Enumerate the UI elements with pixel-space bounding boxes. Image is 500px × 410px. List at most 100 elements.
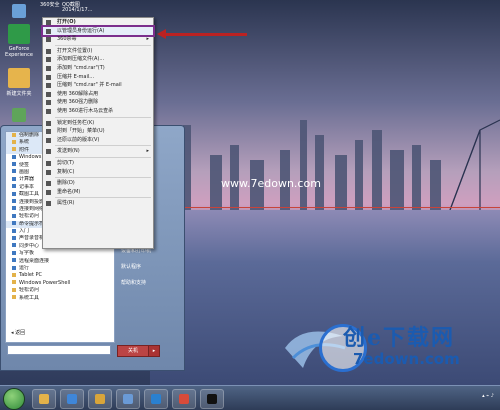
folder-icon [12,139,16,144]
cmd-icon [207,394,217,404]
site-logo: 创e下载网 7edown.com [283,318,498,376]
city-skyline-image [170,119,500,210]
desktop-icon-geforce[interactable]: GeForce Experience [0,24,38,58]
menu-item-icon [46,108,51,114]
menu-separator [55,177,151,179]
program-item[interactable]: Windows PowerShell [6,280,114,287]
taskbar-button-cmd[interactable] [200,389,224,409]
program-item[interactable]: 系统工具 [6,295,114,302]
menu-item-icon [46,129,51,135]
menu-separator [55,145,151,147]
context-menu-item[interactable]: 附到「开始」菜单(U) [43,127,153,136]
media-icon [123,394,133,404]
context-menu-item[interactable]: 还原以前的版本(V) [43,136,153,145]
back-button[interactable]: ◂ 返回 [11,329,25,336]
context-menu-item[interactable]: 重命名(M) [43,188,153,197]
program-label: 便签 [19,161,30,168]
menu-item-icon [46,181,51,187]
program-label: 画图 [19,168,30,175]
menu-item-icon [46,28,51,34]
context-menu-item[interactable]: 添加到压缩文件(A)... [43,55,153,64]
taskbar-button-app[interactable] [144,389,168,409]
desktop-icon-bottom[interactable] [0,108,38,124]
program-icon [12,176,16,181]
taskbar-button-media[interactable] [116,389,140,409]
desktop-icon-label: GeForce Experience [5,46,33,58]
folder-icon [12,272,16,277]
start-button[interactable] [3,388,25,410]
menu-item-icon [46,48,51,54]
program-icon [12,221,16,226]
context-menu-item[interactable]: 360杀毒 ▸ [43,35,153,44]
program-icon [12,162,16,167]
context-menu-item[interactable]: 复制(C) [43,168,153,177]
context-menu-item[interactable]: 压缩到 "cmd.rar" 并 E-mail [43,81,153,90]
program-label: 轻松访问 [19,213,40,220]
run-as-admin-menu-item[interactable]: 以管理员身份运行(A) [41,24,155,38]
menu-item-icon [46,91,51,97]
desktop-top-label[interactable]: 2014/1/17... [62,7,92,13]
program-label: 命令提示符 [19,220,45,227]
menu-item-label: 附到「开始」菜单(U) [57,128,105,135]
logo-top-text: 创e下载网 [343,325,455,351]
program-label: Windows PowerShell [19,279,71,286]
submenu-arrow-icon: ▸ [146,36,149,43]
context-menu-item[interactable]: 剪切(T) [43,159,153,168]
taskbar-button-folder[interactable] [88,389,112,409]
program-icon [12,199,16,204]
menu-item-label: 添加到 "cmd.rar"(T) [57,64,105,71]
desktop-icon-top[interactable] [0,4,38,20]
desktop-icon-new-folder[interactable]: 新建文件夹 [0,68,38,97]
program-label: 附件 [19,146,30,153]
context-menu-item[interactable]: 属性(R) [43,199,153,208]
context-menu: 打开(O) 以管理员身份运行(A) 360杀毒 ▸ 打开文件位置(I) 添加到压缩文件(A… [41,17,155,249]
context-menu-item[interactable]: 打开文件位置(I) [43,47,153,56]
context-menu-item[interactable]: 使用 360解除占用 [43,90,153,99]
program-label: 运行 [19,265,30,272]
context-menu-item[interactable]: 发送到(N) ▸ [43,147,153,156]
program-item[interactable]: 轻松访问 [6,287,114,294]
submenu-arrow-icon: ▸ [146,148,149,155]
start-search-input[interactable] [7,345,111,355]
shutdown-button[interactable]: 关机 [117,345,149,357]
geforce-icon [8,24,30,44]
program-icon [12,213,16,218]
explorer-icon [39,394,49,404]
desktop-top-label[interactable]: 360安全 [40,1,60,8]
annotation-arrow [157,29,247,39]
taskbar-button-explorer[interactable] [32,389,56,409]
shutdown-options-button[interactable]: ▸ [148,345,160,357]
system-tray[interactable]: ▴ ⌁ ♪ [482,393,494,399]
menu-item-label: 添加到压缩文件(A)... [57,56,105,63]
menu-item-icon [46,65,51,71]
program-label: 计算器 [19,176,35,183]
menu-separator [55,44,151,46]
program-label: 同步中心 [19,242,40,249]
start-menu-link[interactable]: 默认程序 [117,259,181,275]
menu-item-icon [46,189,51,195]
start-menu-link[interactable]: 帮助和支持 [117,275,181,291]
program-item[interactable]: Tablet PC [6,272,114,279]
program-item[interactable]: 写字板 [6,250,114,257]
context-menu-item[interactable]: 使用 360进行木马云查杀 [43,107,153,116]
context-menu-item[interactable]: 锁定到任务栏(K) [43,119,153,128]
menu-item-icon [46,201,51,207]
context-menu-item[interactable]: 使用 360强力删除 [43,98,153,107]
context-menu-item[interactable]: 删除(D) [43,179,153,188]
ie-icon [67,394,77,404]
menu-item-icon [46,120,51,126]
context-menu-item[interactable]: 添加到 "cmd.rar"(T) [43,64,153,73]
taskbar-button-player[interactable] [172,389,196,409]
context-menu-item[interactable]: 压缩并 E-mail... [43,73,153,82]
program-label: 声音录音机 [19,235,45,242]
program-item[interactable]: 远程桌面连接 [6,258,114,265]
taskbar-button-ie[interactable] [60,389,84,409]
program-icon [12,184,16,189]
menu-item-icon [46,149,51,155]
program-icon [12,206,16,211]
menu-item-label: 剪切(T) [57,159,74,166]
menu-item-label: 360杀毒 [57,36,77,43]
context-menu-item[interactable]: 打开(O) [43,18,153,27]
program-item[interactable]: 运行 [6,265,114,272]
menu-item-label: 锁定到任务栏(K) [57,119,95,126]
